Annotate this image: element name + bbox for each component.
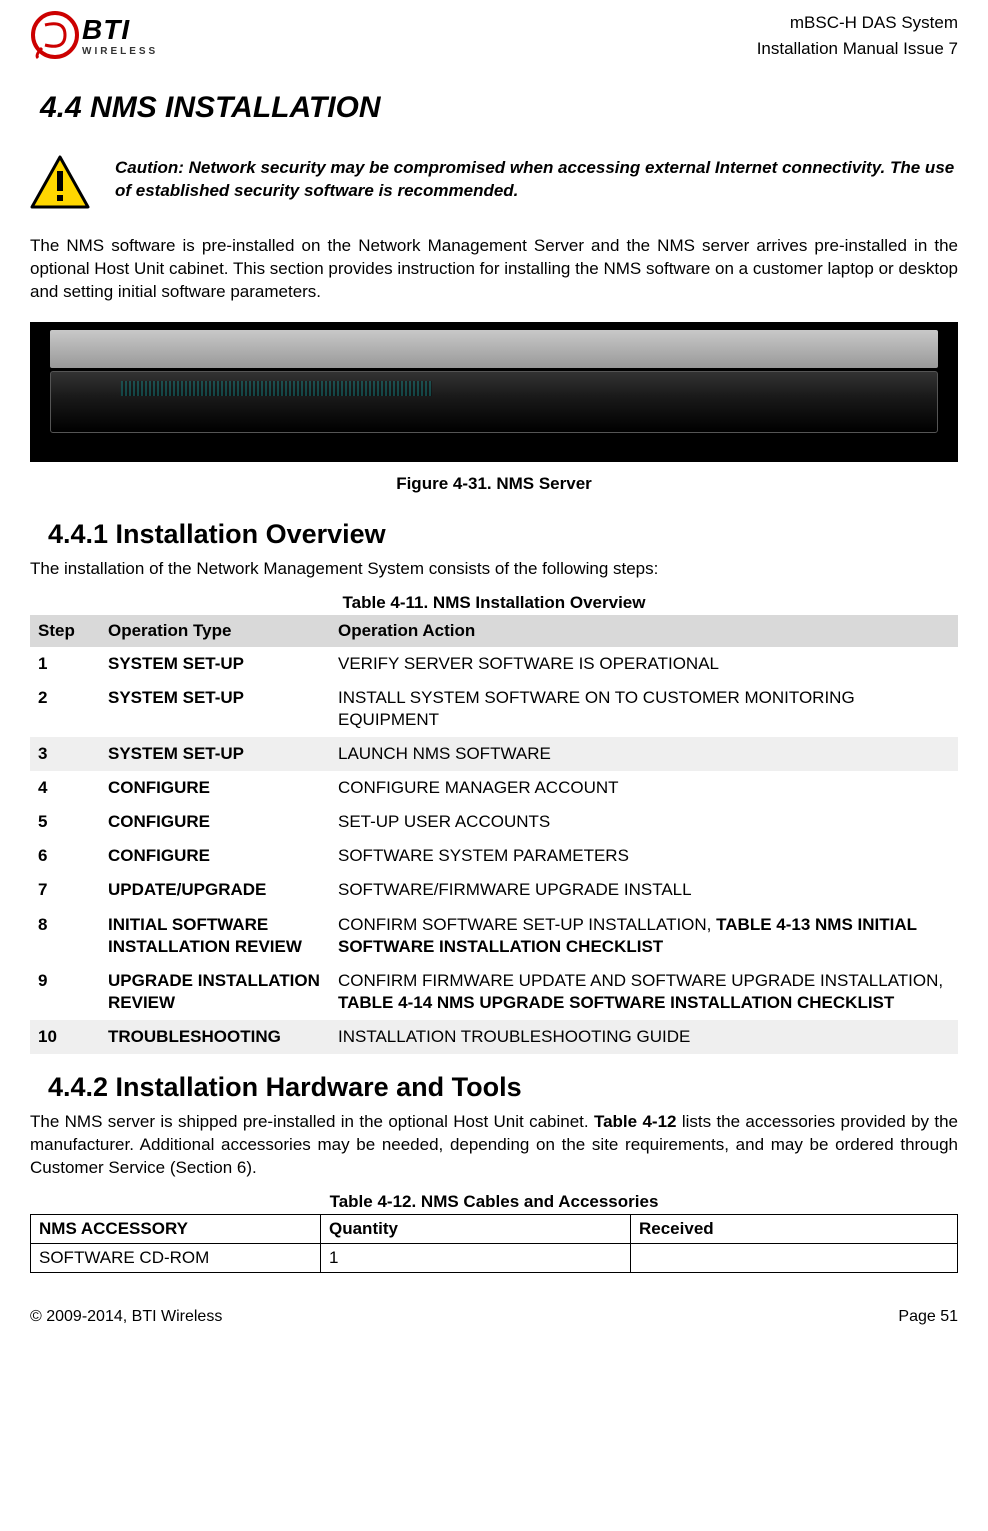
- col-received: Received: [631, 1214, 958, 1243]
- table-row: 3SYSTEM SET-UPLAUNCH NMS SOFTWARE: [30, 737, 958, 771]
- subsection-4-4-1-text: The installation of the Network Manageme…: [30, 558, 958, 581]
- cell-optype: CONFIGURE: [100, 839, 330, 873]
- table-4-11-caption: Table 4-11. NMS Installation Overview: [30, 593, 958, 613]
- cell-action: INSTALLATION TROUBLESHOOTING GUIDE: [330, 1020, 958, 1054]
- caution-text: Caution: Network security may be comprom…: [115, 155, 958, 203]
- copyright: © 2009-2014, BTI Wireless: [30, 1308, 222, 1326]
- table-row: 2SYSTEM SET-UPINSTALL SYSTEM SOFTWARE ON…: [30, 681, 958, 737]
- cell-optype: SYSTEM SET-UP: [100, 681, 330, 737]
- table-row: 6CONFIGURESOFTWARE SYSTEM PARAMETERS: [30, 839, 958, 873]
- table-4-12-caption: Table 4-12. NMS Cables and Accessories: [30, 1192, 958, 1212]
- cell-action: VERIFY SERVER SOFTWARE IS OPERATIONAL: [330, 647, 958, 681]
- logo: BTI WIRELESS: [30, 10, 158, 60]
- cell-step: 6: [30, 839, 100, 873]
- page-number: Page 51: [898, 1308, 958, 1326]
- cell-received: [631, 1243, 958, 1272]
- logo-main: BTI: [82, 14, 158, 46]
- cell-action: CONFIRM SOFTWARE SET-UP INSTALLATION, TA…: [330, 908, 958, 964]
- cell-optype: UPDATE/UPGRADE: [100, 873, 330, 907]
- doc-issue: Installation Manual Issue 7: [757, 36, 958, 62]
- cell-action: SOFTWARE SYSTEM PARAMETERS: [330, 839, 958, 873]
- doc-title: mBSC-H DAS System: [757, 10, 958, 36]
- action-prefix: CONFIRM SOFTWARE SET-UP INSTALLATION,: [338, 915, 716, 934]
- cell-step: 4: [30, 771, 100, 805]
- cell-optype: CONFIGURE: [100, 771, 330, 805]
- cell-action: CONFIRM FIRMWARE UPDATE AND SOFTWARE UPG…: [330, 964, 958, 1020]
- cell-optype: SYSTEM SET-UP: [100, 737, 330, 771]
- cell-optype: INITIAL SOFTWARE INSTALLATION REVIEW: [100, 908, 330, 964]
- table-row: 10TROUBLESHOOTINGINSTALLATION TROUBLESHO…: [30, 1020, 958, 1054]
- col-action: Operation Action: [330, 615, 958, 647]
- table-row: 9UPGRADE INSTALLATION REVIEW CONFIRM FIRM…: [30, 964, 958, 1020]
- cell-step: 7: [30, 873, 100, 907]
- cell-action: SET-UP USER ACCOUNTS: [330, 805, 958, 839]
- cell-optype: SYSTEM SET-UP: [100, 647, 330, 681]
- cell-step: 3: [30, 737, 100, 771]
- subsection-4-4-1-title: 4.4.1 Installation Overview: [48, 519, 958, 550]
- cell-action: SOFTWARE/FIRMWARE UPGRADE INSTALL: [330, 873, 958, 907]
- logo-sub: WIRELESS: [82, 46, 158, 57]
- cell-action: LAUNCH NMS SOFTWARE: [330, 737, 958, 771]
- col-optype: Operation Type: [100, 615, 330, 647]
- intro-paragraph: The NMS software is pre-installed on the…: [30, 235, 958, 304]
- action-prefix: CONFIRM FIRMWARE UPDATE AND SOFTWARE UPG…: [338, 971, 943, 990]
- caution-block: Caution: Network security may be comprom…: [30, 155, 958, 210]
- cell-step: 9: [30, 964, 100, 1020]
- table-row: 8INITIAL SOFTWARE INSTALLATION REVIEWCON…: [30, 908, 958, 964]
- cell-optype: CONFIGURE: [100, 805, 330, 839]
- table-4-12: NMS ACCESSORY Quantity Received SOFTWARE…: [30, 1214, 958, 1273]
- cell-action: CONFIGURE MANAGER ACCOUNT: [330, 771, 958, 805]
- table-header-row: NMS ACCESSORY Quantity Received: [31, 1214, 958, 1243]
- col-accessory: NMS ACCESSORY: [31, 1214, 321, 1243]
- table-row: 1SYSTEM SET-UPVERIFY SERVER SOFTWARE IS …: [30, 647, 958, 681]
- action-bold: TABLE 4-14 NMS UPGRADE SOFTWARE INSTALLA…: [338, 993, 894, 1012]
- logo-text: BTI WIRELESS: [82, 14, 158, 57]
- sub2-bold: Table 4-12: [594, 1112, 677, 1131]
- header-right: mBSC-H DAS System Installation Manual Is…: [757, 10, 958, 61]
- subsection-4-4-2-title: 4.4.2 Installation Hardware and Tools: [48, 1072, 958, 1103]
- col-quantity: Quantity: [321, 1214, 631, 1243]
- page-header: BTI WIRELESS mBSC-H DAS System Installat…: [30, 10, 958, 61]
- cell-optype: UPGRADE INSTALLATION REVIEW: [100, 964, 330, 1020]
- sub2-pre: The NMS server is shipped pre-installed …: [30, 1112, 594, 1131]
- figure-caption: Figure 4-31. NMS Server: [30, 474, 958, 494]
- subsection-4-4-2-text: The NMS server is shipped pre-installed …: [30, 1111, 958, 1180]
- cell-accessory: SOFTWARE CD-ROM: [31, 1243, 321, 1272]
- cell-step: 10: [30, 1020, 100, 1054]
- cell-quantity: 1: [321, 1243, 631, 1272]
- warning-icon: [30, 155, 90, 210]
- cell-step: 8: [30, 908, 100, 964]
- cell-step: 2: [30, 681, 100, 737]
- table-row: 7UPDATE/UPGRADESOFTWARE/FIRMWARE UPGRADE…: [30, 873, 958, 907]
- table-4-11: Step Operation Type Operation Action 1SY…: [30, 615, 958, 1054]
- server-figure: [30, 322, 958, 462]
- cell-step: 1: [30, 647, 100, 681]
- cell-optype: TROUBLESHOOTING: [100, 1020, 330, 1054]
- section-title: 4.4 NMS INSTALLATION: [40, 91, 958, 125]
- page-footer: © 2009-2014, BTI Wireless Page 51: [30, 1308, 958, 1326]
- server-image: [30, 322, 958, 462]
- cell-action: INSTALL SYSTEM SOFTWARE ON TO CUSTOMER M…: [330, 681, 958, 737]
- table-row: 4CONFIGURECONFIGURE MANAGER ACCOUNT: [30, 771, 958, 805]
- cell-step: 5: [30, 805, 100, 839]
- table-row: SOFTWARE CD-ROM1: [31, 1243, 958, 1272]
- col-step: Step: [30, 615, 100, 647]
- logo-icon: [30, 10, 80, 60]
- table-row: 5CONFIGURESET-UP USER ACCOUNTS: [30, 805, 958, 839]
- table-header-row: Step Operation Type Operation Action: [30, 615, 958, 647]
